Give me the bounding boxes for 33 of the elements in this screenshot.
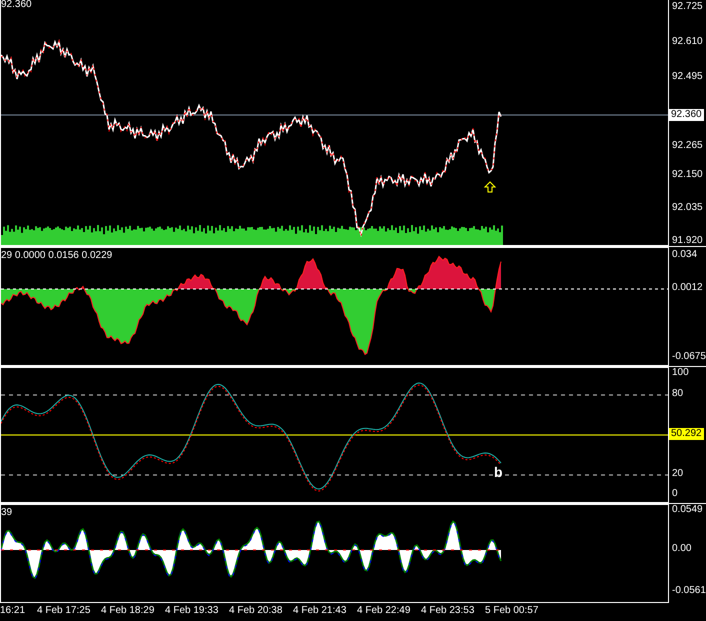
time-label: 4 Feb 21:43 [293,605,346,617]
axis-label: 20 [672,468,684,480]
axis-label: 0.00 [672,543,692,555]
current-value-label: 50.292 [669,428,704,440]
time-label: 4 Feb 19:33 [165,605,218,617]
price-label: 92.360 [1,0,32,10]
axis-label: 92.725 [672,1,703,13]
time-label: 4 Feb 23:53 [421,605,474,617]
time-label: 5 Feb 00:57 [485,605,538,617]
axis-label: 92.035 [672,202,703,214]
axis-label: -0.0675 [672,351,706,363]
axis-label: 91.920 [672,235,703,247]
axis-label: 0.0549 [672,504,703,516]
time-label: 4 Feb 17:25 [37,605,90,617]
axis-label: 100 [672,367,689,379]
time-label: 4 Feb 20:38 [229,605,282,617]
indicator-legend: 39 [1,507,12,519]
axis-label: 0.034 [672,249,698,261]
indicator-legend: 29 0.0000 0.0156 0.0229 [1,250,112,262]
up-arrow-icon [484,181,496,192]
axis-label: 92.495 [672,71,703,83]
time-label: 4 Feb 18:29 [101,605,154,617]
signal-marker: b [494,465,503,479]
axis-label: -0.0561 [672,585,706,597]
axis-label: 0 [672,488,678,500]
axis-label: 80 [672,388,684,400]
axis-label: 92.150 [672,169,703,181]
time-label: 4 Feb 22:49 [357,605,410,617]
axis-label: 0.0012 [672,282,703,294]
axis-label: 92.610 [672,36,703,48]
axis-label: 92.265 [672,140,703,152]
current-price-label: 92.360 [669,109,704,121]
time-label: 16:21 [0,605,26,617]
